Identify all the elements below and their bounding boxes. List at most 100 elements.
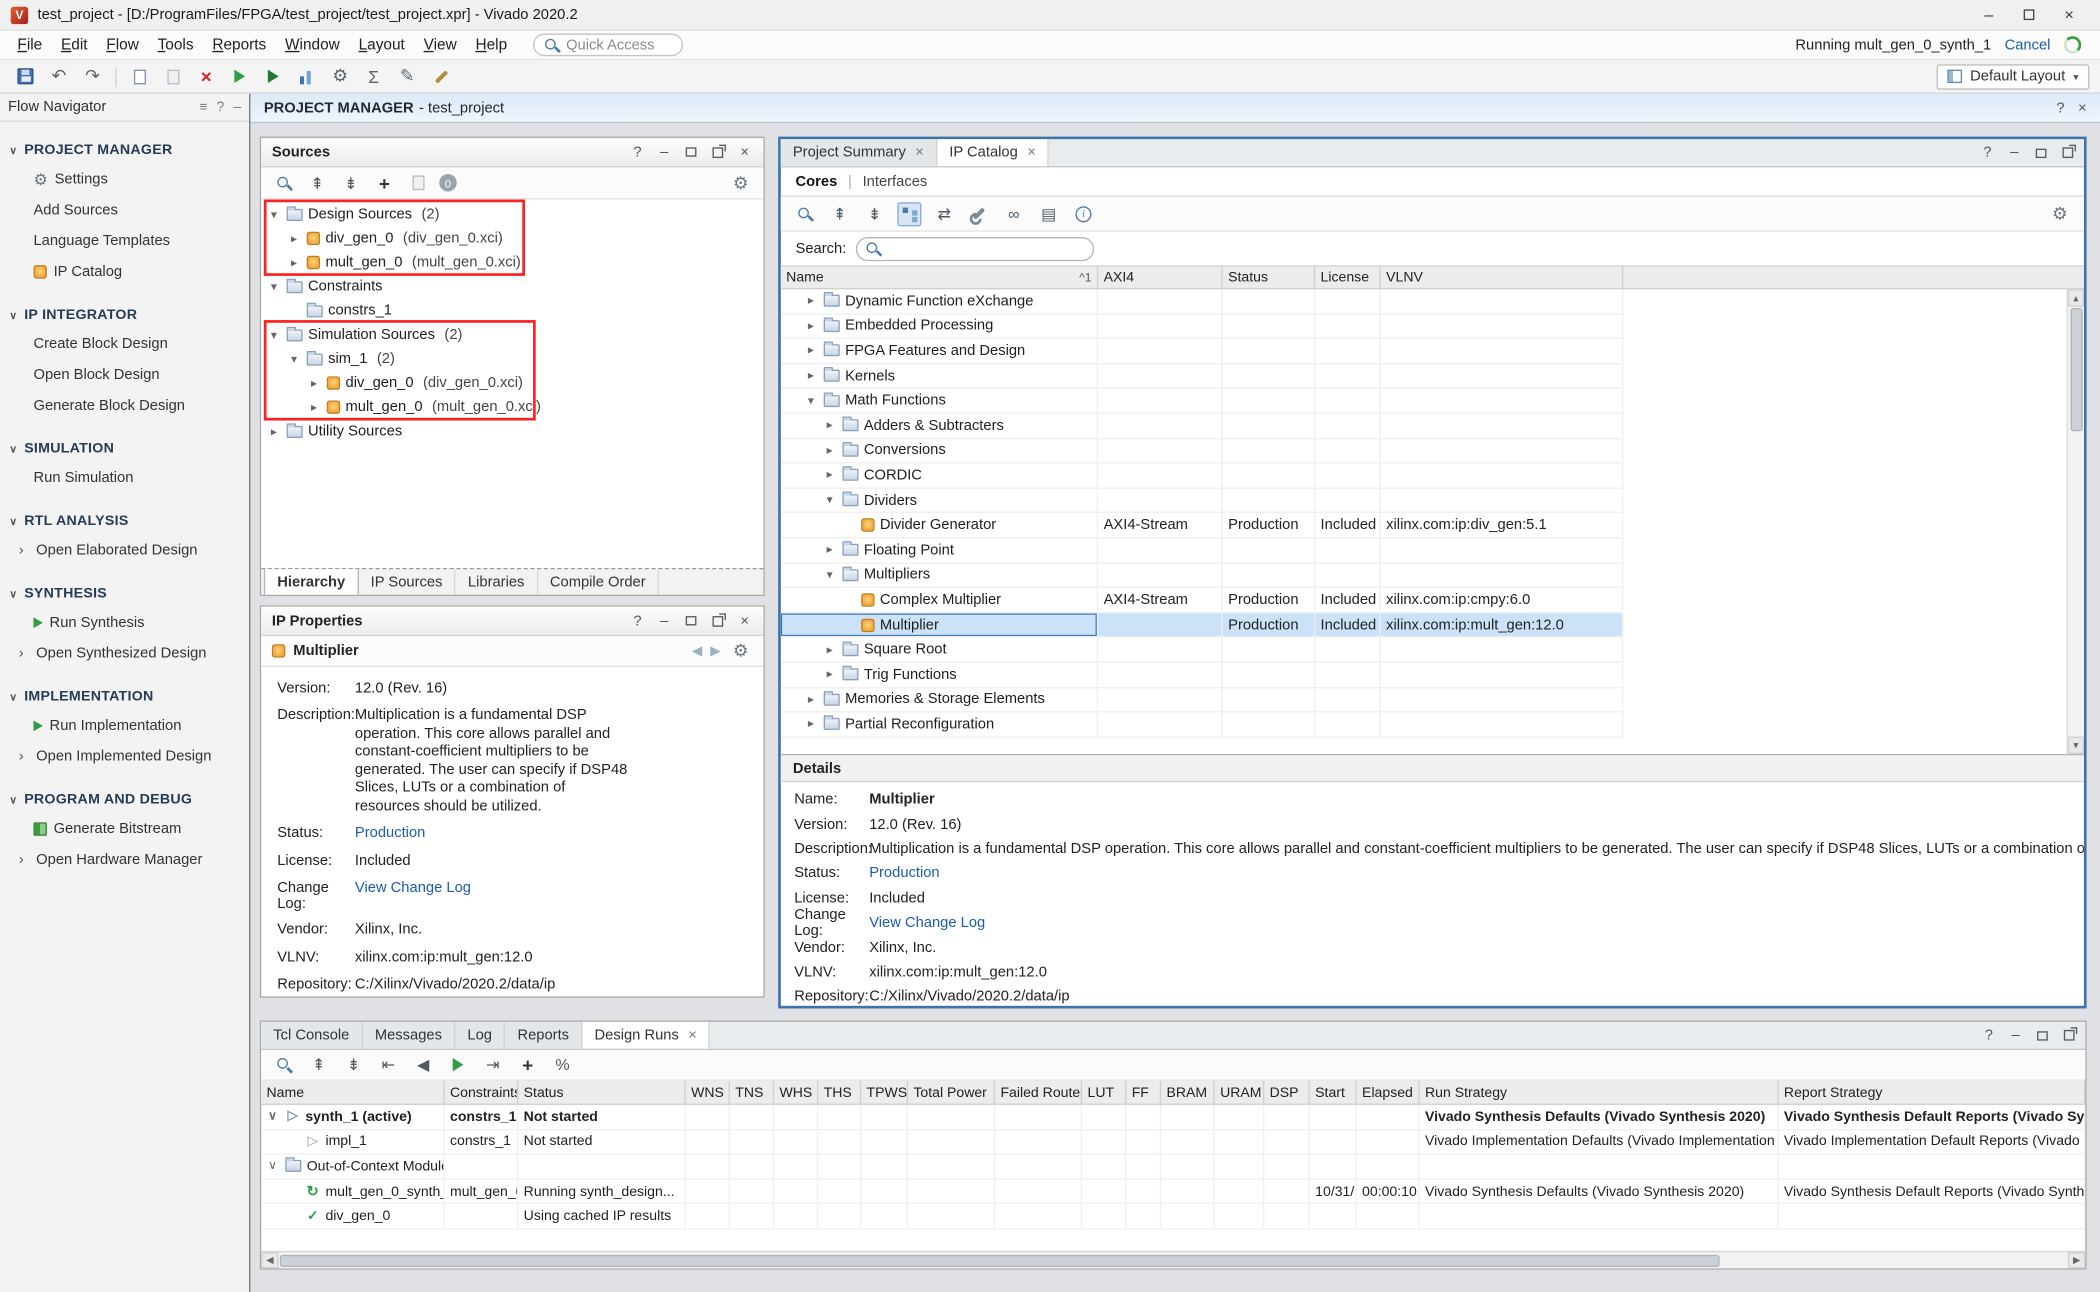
chevron-right-icon[interactable]: ▸ (822, 642, 837, 657)
reports-button[interactable] (292, 63, 321, 90)
sum-button[interactable]: Σ (359, 63, 388, 90)
probe-button[interactable] (426, 63, 455, 90)
chevron-right-icon[interactable]: ▸ (804, 319, 819, 334)
save-button[interactable] (11, 63, 40, 90)
maximize-icon[interactable] (710, 611, 726, 630)
close-icon[interactable]: × (737, 611, 753, 630)
layout-selector[interactable]: Default Layout ▾ (1937, 64, 2090, 89)
source-tree-item[interactable]: ▸mult_gen_0 (mult_gen_0.xci) (261, 250, 763, 274)
column-header-whs[interactable]: WHS (774, 1081, 818, 1104)
column-header-vlnv[interactable]: VLNV (1381, 267, 1623, 288)
search-icon[interactable] (272, 171, 296, 195)
search-icon[interactable] (272, 1053, 296, 1077)
chevron-down-icon[interactable]: ∨ (265, 1159, 280, 1174)
cancel-link[interactable]: Cancel (2005, 37, 2051, 53)
menu-file[interactable]: File (8, 37, 52, 53)
add-sources-button[interactable]: + (372, 171, 396, 195)
chevron-down-icon[interactable]: ▾ (267, 279, 282, 294)
menu-reports[interactable]: Reports (203, 37, 276, 53)
flownav-item-run-simulation[interactable]: Run Simulation (0, 462, 249, 493)
column-header-status[interactable]: Status (1223, 267, 1315, 288)
restart-run-icon[interactable]: ⇤ (376, 1053, 400, 1077)
tab-design-runs[interactable]: Design Runs× (582, 1022, 710, 1049)
settings-button[interactable]: ⚙ (325, 63, 354, 90)
chevron-right-icon[interactable]: ▸ (822, 667, 837, 682)
catalog-row[interactable]: ▸Conversions (781, 439, 1623, 464)
catalog-row[interactable]: ▸FPGA Features and Design (781, 339, 1623, 364)
menu-window[interactable]: Window (276, 37, 350, 53)
chevron-right-icon[interactable]: ▸ (804, 692, 819, 707)
field-link[interactable]: Production (355, 825, 631, 843)
column-header-license[interactable]: License (1315, 267, 1381, 288)
scroll-up-icon[interactable]: ▴ (2068, 289, 2084, 306)
column-header-bram[interactable]: BRAM (1161, 1081, 1215, 1104)
collapse-all-icon[interactable]: ⇞ (305, 171, 329, 195)
flownav-section-project-manager[interactable]: ∨PROJECT MANAGER (0, 137, 249, 164)
chevron-right-icon[interactable]: ▸ (804, 344, 819, 359)
column-header-name[interactable]: Name (261, 1081, 444, 1104)
help-icon[interactable]: ? (1981, 1026, 1997, 1045)
float-icon[interactable] (2033, 143, 2049, 162)
field-link[interactable]: View Change Log (869, 915, 2084, 931)
tab-project-summary[interactable]: Project Summary× (781, 139, 937, 166)
source-tree-item[interactable]: constrs_1 (261, 299, 763, 323)
source-tree-item[interactable]: ▸div_gen_0 (div_gen_0.xci) (261, 226, 763, 250)
chevron-right-icon[interactable]: ▸ (267, 424, 282, 439)
close-icon[interactable]: × (737, 143, 753, 162)
edit-button[interactable]: ✎ (392, 63, 421, 90)
scroll-right-icon[interactable]: ▶ (2068, 1252, 2085, 1268)
flownav-section-simulation[interactable]: ∨SIMULATION (0, 435, 249, 462)
run-row[interactable]: ▷impl_1constrs_1Not startedVivado Implem… (261, 1130, 2085, 1155)
column-header-tpws[interactable]: TPWS (861, 1081, 908, 1104)
chevron-right-icon[interactable]: ▸ (822, 543, 837, 558)
copy-button[interactable] (125, 63, 154, 90)
catalog-row[interactable]: Divider GeneratorAXI4-StreamProductionIn… (781, 513, 1623, 538)
tab-messages[interactable]: Messages (363, 1022, 456, 1049)
flownav-item-run-implementation[interactable]: Run Implementation (0, 710, 249, 741)
catalog-row[interactable]: ▸Floating Point (781, 538, 1623, 563)
run-row[interactable]: ✓div_gen_0Using cached IP results (261, 1205, 2085, 1230)
column-header-wns[interactable]: WNS (686, 1081, 730, 1104)
run-row[interactable]: ↻mult_gen_0_synth_1mult_gen_0Running syn… (261, 1180, 2085, 1205)
percentage-icon[interactable]: % (550, 1053, 574, 1077)
flownav-section-rtl-analysis[interactable]: ∨RTL ANALYSIS (0, 508, 249, 535)
column-header-status[interactable]: Status (518, 1081, 685, 1104)
menu-flow[interactable]: Flow (97, 37, 148, 53)
catalog-row[interactable]: ▸Trig Functions (781, 663, 1623, 688)
step-back-icon[interactable]: ◀ (411, 1053, 435, 1077)
chevron-right-icon[interactable]: › (19, 851, 30, 867)
catalog-row[interactable]: ▸Kernels (781, 364, 1623, 389)
horizontal-scrollbar[interactable]: ◀ ▶ (261, 1251, 2085, 1268)
flownav-item-generate-bitstream[interactable]: Generate Bitstream (0, 813, 249, 844)
maximize-icon[interactable] (710, 143, 726, 162)
column-header-failed-routes[interactable]: Failed Routes (995, 1081, 1082, 1104)
column-header-elapsed[interactable]: Elapsed (1357, 1081, 1420, 1104)
column-header-ff[interactable]: FF (1126, 1081, 1161, 1104)
expand-all-icon[interactable]: ⇟ (863, 202, 887, 226)
open-file-icon[interactable] (406, 171, 430, 195)
field-link[interactable]: Production (869, 866, 2084, 882)
flownav-item-language-templates[interactable]: Language Templates (0, 225, 249, 256)
flownav-section-synthesis[interactable]: ∨SYNTHESIS (0, 580, 249, 607)
column-header-constraints[interactable]: Constraints (445, 1081, 519, 1104)
chevron-right-icon[interactable]: ▸ (804, 368, 819, 383)
catalog-row[interactable]: Complex MultiplierAXI4-StreamProductionI… (781, 588, 1623, 613)
chevron-right-icon[interactable]: ▸ (804, 294, 819, 309)
close-icon[interactable]: × (688, 1027, 697, 1043)
close-button[interactable]: × (2049, 1, 2089, 28)
chevron-right-icon[interactable]: ▸ (804, 717, 819, 732)
scroll-down-icon[interactable]: ▾ (2068, 737, 2084, 754)
run-row[interactable]: ∨▷synth_1 (active)constrs_1Not startedVi… (261, 1105, 2085, 1130)
column-header-lut[interactable]: LUT (1082, 1081, 1126, 1104)
catalog-row[interactable]: MultiplierProductionIncludedxilinx.com:i… (781, 613, 1623, 638)
close-icon[interactable]: × (2078, 100, 2087, 116)
chevron-down-icon[interactable]: ▾ (267, 207, 282, 222)
sources-tab-hierarchy[interactable]: Hierarchy (264, 569, 359, 594)
chevron-down-icon[interactable]: ▾ (287, 352, 302, 367)
group-by-hierarchy-icon[interactable] (897, 202, 921, 226)
catalog-row[interactable]: ▾Math Functions (781, 389, 1623, 414)
float-icon[interactable] (683, 611, 699, 630)
source-tree-item[interactable]: ▾Constraints (261, 275, 763, 299)
catalog-row[interactable]: ▸CORDIC (781, 464, 1623, 489)
flownav-item-open-synthesized-design[interactable]: ›Open Synthesized Design (0, 638, 249, 669)
